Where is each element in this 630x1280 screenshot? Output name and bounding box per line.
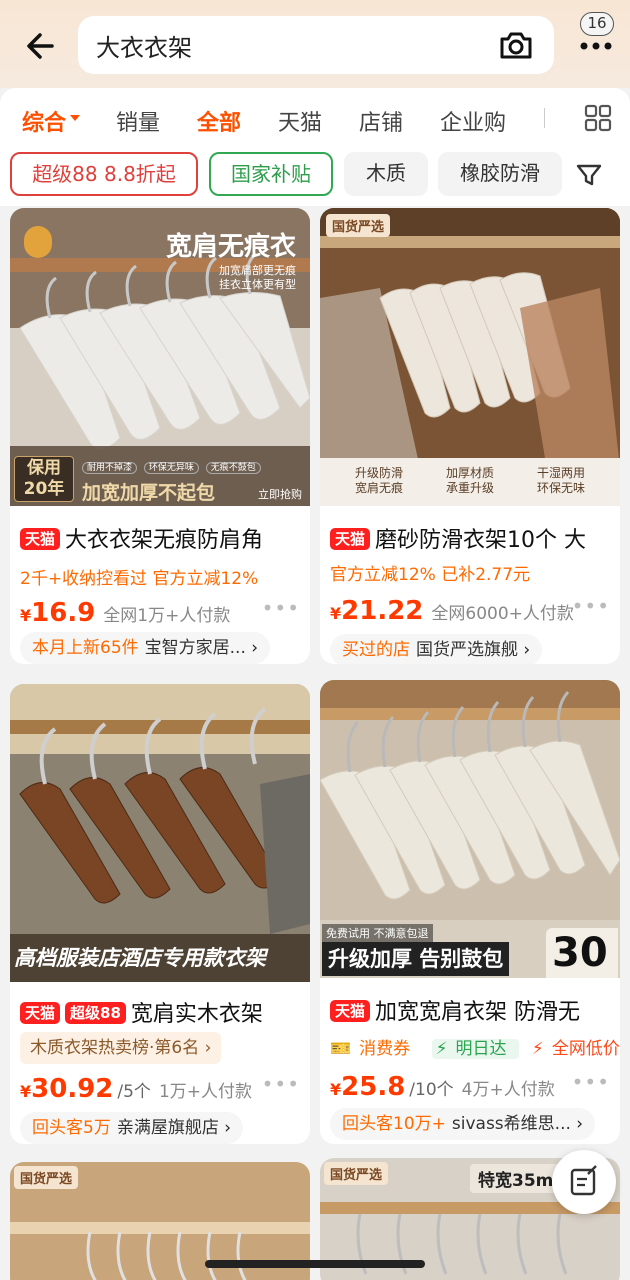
image-banner: 高档服装店酒店专用款衣架 — [14, 946, 266, 970]
search-input[interactable]: 大衣衣架 — [96, 28, 496, 63]
product-title[interactable]: 天猫 超级88 宽肩实木衣架 — [20, 996, 304, 1028]
more-options-icon[interactable]: ••• — [572, 1070, 610, 1094]
price-row: ¥16.9 全网1万+人付款 — [20, 598, 231, 628]
shop-link[interactable]: 买过的店 国货严选旗舰 › — [330, 634, 543, 664]
image-cta: 立即抢购 — [258, 488, 302, 501]
image-headline: 宽肩无痕衣 — [165, 232, 296, 262]
product-title[interactable]: 天猫 大衣衣架无痕防肩角 — [20, 522, 304, 554]
filter-national-subsidy[interactable]: 国家补贴 — [209, 152, 333, 196]
price-row: ¥21.22 全网6000+人付款 — [330, 596, 574, 626]
product-card[interactable]: 免费试用 不满意包退 升级加厚 告别鼓包 30支 天猫加宽宽肩衣架 防滑无 🎫消… — [320, 680, 620, 1144]
flame-icon: ⚡ — [531, 1039, 544, 1059]
tmall-badge: 天猫 — [330, 1000, 371, 1022]
product-image[interactable]: 宽肩无痕衣 加宽肩部更无痕 挂衣立体更有型 保用 20年 耐用不掉漆 环保无异味… — [10, 208, 310, 506]
trial-label: 免费试用 不满意包退 — [322, 924, 433, 942]
tmall-badge: 天猫 — [20, 1002, 61, 1024]
product-card[interactable]: 国货严选 升级防滑 宽肩无痕 加厚材质 承重升级 干湿两用 环保无味 天猫 磨砂防滑衣架… — [320, 208, 620, 664]
product-card[interactable]: 高档服装店酒店专用款衣架 天猫 超级88 宽肩实木衣架 木质衣架热卖榜·第6名 › … — [10, 684, 310, 1144]
more-options-icon[interactable]: ••• — [262, 1072, 300, 1096]
shop-link[interactable]: 本月上新65件 宝智方家居... › — [20, 632, 271, 664]
filter-bar: 超级88 8.8折起 国家补贴 木质 橡胶防滑 — [0, 146, 630, 206]
service-tags: 🎫 消费券 ⚡ 明日达 ⚡ 全网低价 — [330, 1034, 620, 1059]
product-image[interactable]: 免费试用 不满意包退 升级加厚 告别鼓包 30支 — [320, 680, 620, 978]
product-title[interactable]: 天猫 磨砂防滑衣架10个 大 — [330, 522, 614, 554]
tab-all[interactable]: 全部 — [197, 105, 241, 137]
message-count-badge: 16 — [580, 12, 614, 36]
next-day-tag: ⚡ 明日达 — [431, 1039, 519, 1059]
image-label: 特宽35m — [470, 1164, 562, 1193]
promo-text: 2千+收纳控看过 官方立减12% — [20, 569, 259, 589]
price: 21.22 — [341, 596, 424, 626]
corner-label: 国货严选 — [14, 1166, 79, 1189]
tab-tmall[interactable]: 天猫 — [278, 105, 322, 137]
rank-tag[interactable]: 木质衣架热卖榜·第6名 › — [20, 1032, 222, 1064]
lightning-icon: ⚡ — [435, 1039, 448, 1059]
image-subline-2: 挂衣立体更有型 — [219, 278, 296, 291]
brand-logo-icon — [24, 226, 52, 258]
tab-sales[interactable]: 销量 — [116, 105, 160, 137]
tab-comprehensive[interactable]: 综合 — [22, 105, 66, 137]
promo-text: 官方立减12% 已补2.77元 — [330, 565, 531, 585]
more-options-icon[interactable]: ••• — [572, 594, 610, 618]
price-row: ¥30.92/5个 1万+人付款 — [20, 1074, 252, 1104]
product-image[interactable]: 国货严选 升级防滑 宽肩无痕 加厚材质 承重升级 干湿两用 环保无味 — [320, 208, 620, 506]
shop-link[interactable]: 回头客5万 亲满屋旗舰店 › — [20, 1112, 244, 1144]
feature-3: 干湿两用 环保无味 — [536, 466, 585, 495]
corner-label: 国货严选 — [324, 1162, 389, 1185]
home-indicator — [205, 1260, 425, 1268]
sales-count: 4万+人付款 — [461, 1080, 555, 1100]
tmall-badge: 天猫 — [330, 528, 371, 550]
sales-count: 全网6000+人付款 — [431, 604, 574, 624]
price: 25.8 — [341, 1072, 406, 1102]
back-arrow-icon[interactable] — [22, 26, 62, 66]
product-card[interactable]: 宽肩无痕衣 加宽肩部更无痕 挂衣立体更有型 保用 20年 耐用不掉漆 环保无异味… — [10, 208, 310, 664]
image-banner: 加宽加厚不起包 — [82, 482, 216, 504]
edit-note-icon — [570, 1165, 597, 1196]
tab-stores[interactable]: 店铺 — [359, 105, 403, 137]
warranty-badge: 保用 20年 — [14, 456, 74, 502]
price-row: ¥25.8/10个 4万+人付款 — [330, 1072, 555, 1102]
image-features: 耐用不掉漆 环保无异味 无痕不鼓包 — [82, 460, 261, 474]
filter-super88[interactable]: 超级88 8.8折起 — [10, 152, 198, 196]
more-options-icon[interactable]: ••• — [262, 596, 300, 620]
count-badge: 30支 — [546, 928, 618, 978]
feedback-button[interactable] — [552, 1150, 616, 1214]
lowest-price-tag: ⚡ 全网低价 — [531, 1039, 620, 1059]
tab-enterprise[interactable]: 企业购 — [440, 105, 506, 137]
camera-icon[interactable] — [496, 25, 536, 65]
chevron-down-icon — [70, 115, 80, 121]
super88-badge: 超级88 — [65, 1002, 126, 1024]
coupon-tag: 🎫 消费券 — [330, 1039, 411, 1059]
search-bar[interactable]: 大衣衣架 — [78, 16, 554, 74]
feature-2: 加厚材质 承重升级 — [445, 466, 494, 495]
product-title[interactable]: 天猫 加宽宽肩衣架 防滑无 — [330, 994, 614, 1026]
sales-count: 1万+人付款 — [158, 1082, 252, 1102]
feature-1: 升级防滑 宽肩无痕 — [354, 466, 403, 495]
grid-view-icon[interactable] — [584, 104, 612, 132]
image-banner: 升级加厚 告别鼓包 — [322, 942, 510, 976]
tab-divider — [544, 108, 545, 128]
tmall-badge: 天猫 — [20, 528, 61, 550]
filter-wood[interactable]: 木质 — [344, 152, 428, 196]
coupon-icon: 🎫 — [330, 1039, 352, 1059]
filter-funnel-icon[interactable] — [574, 160, 604, 190]
sort-tabs: 综合 销量 全部 天猫 店铺 企业购 — [0, 88, 630, 146]
corner-label: 国货严选 — [326, 214, 391, 237]
filter-rubber-antislip[interactable]: 橡胶防滑 — [438, 152, 562, 196]
sales-count: 全网1万+人付款 — [103, 606, 231, 626]
price: 30.92 — [31, 1074, 114, 1104]
product-image[interactable]: 高档服装店酒店专用款衣架 — [10, 684, 310, 982]
shop-link[interactable]: 回头客10万+ sivass希维思... › — [330, 1108, 596, 1140]
price: 16.9 — [31, 598, 96, 628]
